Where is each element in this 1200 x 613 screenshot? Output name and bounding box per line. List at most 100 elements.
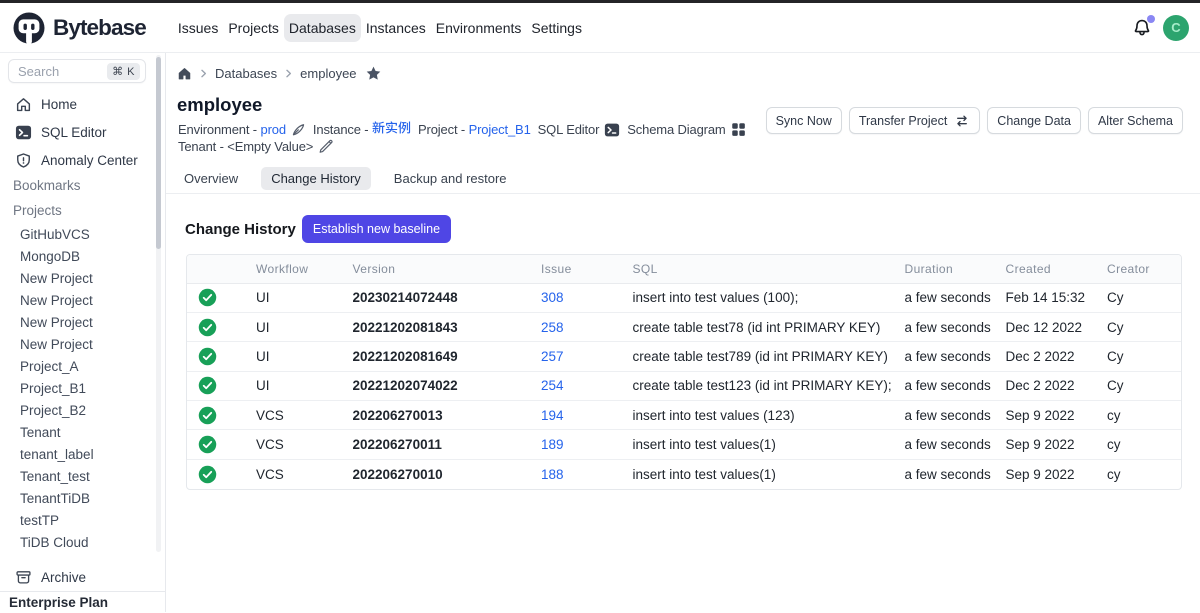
main-content: Databases employee employee Environment …	[166, 53, 1200, 612]
tab-backup-and-restore[interactable]: Backup and restore	[384, 167, 517, 190]
table-row[interactable]: UI 20221202081843 258 create table test7…	[187, 312, 1181, 341]
issue-link[interactable]: 258	[541, 320, 564, 335]
issue-link[interactable]: 189	[541, 437, 564, 452]
navbar-right: C	[1132, 15, 1189, 41]
project-item[interactable]: TiDB Cloud	[0, 531, 165, 553]
notifications-button[interactable]	[1132, 18, 1152, 38]
project-item[interactable]: Project_B1	[0, 377, 165, 399]
sidebar-section-bookmarks: Bookmarks	[0, 174, 165, 196]
avatar[interactable]: C	[1163, 15, 1189, 41]
col-workflow: Workflow	[256, 255, 353, 283]
cell-issue: 257	[541, 342, 633, 371]
pen-icon[interactable]	[291, 122, 306, 137]
home-breadcrumb-icon[interactable]	[177, 66, 192, 81]
project-item[interactable]: New Project	[0, 311, 165, 333]
nav-instances[interactable]: Instances	[361, 14, 431, 42]
cell-creator: Cy	[1107, 283, 1181, 312]
project-link[interactable]: Project_B1	[469, 122, 531, 139]
action-buttons: Sync Now Transfer Project Change Data Al…	[766, 107, 1183, 134]
project-item[interactable]: testTP	[0, 509, 165, 531]
sync-now-button[interactable]: Sync Now	[766, 107, 842, 134]
sidebar-section-projects: Projects	[0, 199, 165, 221]
tab-overview[interactable]: Overview	[174, 167, 248, 190]
environment-link[interactable]: prod	[260, 122, 285, 139]
sidebar-item-archive[interactable]: Archive	[0, 563, 165, 591]
col-issue: Issue	[541, 255, 633, 283]
cell-issue: 194	[541, 401, 633, 430]
sidebar-item-label: Home	[41, 97, 77, 112]
project-item[interactable]: New Project	[0, 289, 165, 311]
issue-link[interactable]: 188	[541, 467, 564, 482]
cell-version: 202206270013	[353, 401, 542, 430]
page-title: employee	[177, 94, 262, 116]
cell-version: 202206270010	[353, 459, 542, 488]
cell-creator: Cy	[1107, 342, 1181, 371]
table-row[interactable]: VCS 202206270011 189 insert into test va…	[187, 430, 1181, 459]
cell-created: Sep 9 2022	[1006, 459, 1108, 488]
nav-environments[interactable]: Environments	[431, 14, 527, 42]
project-item[interactable]: tenant_label	[0, 443, 165, 465]
issue-link[interactable]: 257	[541, 349, 564, 364]
col-duration: Duration	[905, 255, 1006, 283]
sql-editor-label: SQL Editor	[538, 122, 600, 139]
swap-arrows-icon	[954, 113, 970, 129]
cell-sql: insert into test values(1)	[633, 459, 905, 488]
pencil-icon[interactable]	[318, 139, 333, 154]
transfer-project-button[interactable]: Transfer Project	[849, 107, 980, 134]
success-check-icon	[198, 288, 217, 307]
sidebar-bottom: Archive Enterprise Plan	[0, 563, 165, 612]
project-item[interactable]: New Project	[0, 333, 165, 355]
cell-created: Sep 9 2022	[1006, 430, 1108, 459]
bytebase-logo[interactable]: Bytebase	[12, 11, 146, 45]
project-item[interactable]: GitHubVCS	[0, 223, 165, 245]
project-item[interactable]: Tenant	[0, 421, 165, 443]
project-item[interactable]: Tenant_test	[0, 465, 165, 487]
sidebar-item-home[interactable]: Home	[0, 90, 165, 118]
cell-issue: 188	[541, 459, 633, 488]
project-list: GitHubVCS MongoDB New Project New Projec…	[0, 223, 165, 553]
nav-projects[interactable]: Projects	[223, 14, 284, 42]
top-navbar: Bytebase Issues Projects Databases Insta…	[0, 3, 1200, 53]
table-row[interactable]: UI 20230214072448 308 insert into test v…	[187, 283, 1181, 312]
search-box[interactable]: ⌘ K	[8, 59, 146, 83]
project-item[interactable]: MongoDB	[0, 245, 165, 267]
project-item[interactable]: Project_B2	[0, 399, 165, 421]
cell-duration: a few seconds	[905, 401, 1006, 430]
issue-link[interactable]: 254	[541, 378, 564, 393]
table-row[interactable]: VCS 202206270010 188 insert into test va…	[187, 459, 1181, 488]
issue-link[interactable]: 308	[541, 290, 564, 305]
cell-version: 20221202081843	[353, 312, 542, 341]
bookmark-star-icon[interactable]	[365, 65, 382, 82]
table-row[interactable]: UI 20221202081649 257 create table test7…	[187, 342, 1181, 371]
cell-creator: Cy	[1107, 371, 1181, 400]
terminal-icon[interactable]	[604, 122, 620, 138]
project-item[interactable]: TenantTiDB	[0, 487, 165, 509]
cell-created: Sep 9 2022	[1006, 401, 1108, 430]
sidebar-item-sql-editor[interactable]: SQL Editor	[0, 118, 165, 146]
search-input[interactable]	[18, 64, 107, 79]
sidebar-scrollbar-thumb[interactable]	[156, 57, 161, 249]
table-row[interactable]: UI 20221202074022 254 create table test1…	[187, 371, 1181, 400]
plan-label: Enterprise Plan	[0, 591, 165, 612]
sidebar-item-anomaly-center[interactable]: Anomaly Center	[0, 146, 165, 174]
change-data-button[interactable]: Change Data	[987, 107, 1081, 134]
project-item[interactable]: New Project	[0, 267, 165, 289]
tab-change-history[interactable]: Change History	[261, 167, 371, 190]
nav-issues[interactable]: Issues	[173, 14, 223, 42]
schema-diagram-icon[interactable]	[731, 122, 746, 137]
alter-schema-button[interactable]: Alter Schema	[1088, 107, 1183, 134]
issue-link[interactable]: 194	[541, 408, 564, 423]
success-check-icon	[198, 376, 217, 395]
table-row[interactable]: VCS 202206270013 194 insert into test va…	[187, 401, 1181, 430]
establish-baseline-button[interactable]: Establish new baseline	[302, 215, 451, 243]
tabs-separator	[166, 193, 1200, 194]
breadcrumb-employee[interactable]: employee	[300, 66, 356, 81]
cell-created: Feb 14 15:32	[1006, 283, 1108, 312]
breadcrumb-databases[interactable]: Databases	[215, 66, 277, 81]
tenant-value: <Empty Value>	[227, 139, 313, 156]
nav-databases[interactable]: Databases	[284, 14, 361, 42]
instance-link[interactable]	[372, 121, 411, 139]
cell-creator: cy	[1107, 459, 1181, 488]
project-item[interactable]: Project_A	[0, 355, 165, 377]
nav-settings[interactable]: Settings	[526, 14, 587, 42]
